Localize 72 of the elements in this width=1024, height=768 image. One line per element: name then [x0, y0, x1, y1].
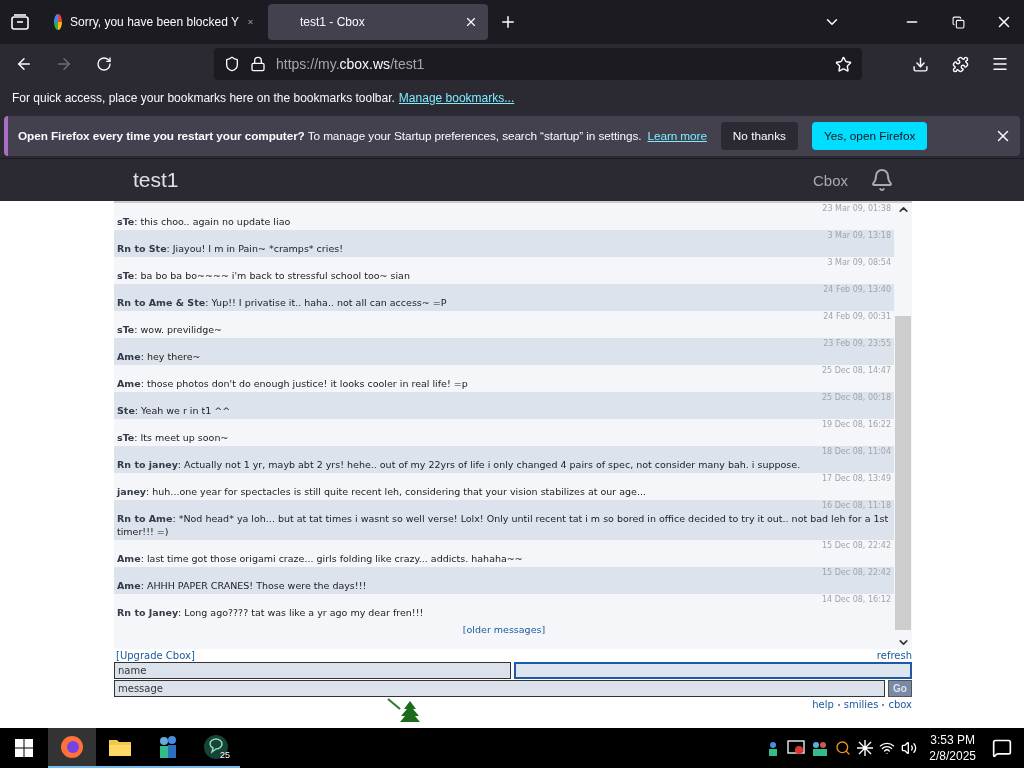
message-text: Ame: hey there~: [117, 350, 202, 363]
message-text: Rn to Ame: *Nod head* ya loh... but at tat times i wasnt so well verse! Lolx! Only until recent tat i m so bored in office decided to try it out.. not bad leh for a 1st timer!!! =): [117, 512, 890, 538]
message-text: Rn to Ste: Jiayou! I m in Pain~ *cramps* cries!: [117, 242, 344, 255]
notifications-icon[interactable]: [992, 738, 1012, 758]
chat-app-icon: [203, 734, 229, 760]
browser-tab[interactable]: Sorry, you have been blocked Y: [44, 4, 264, 40]
page-title: test1: [133, 168, 180, 192]
brand-name: Cbox: [812, 171, 848, 189]
message-time: 3 Mar 09, 13:18: [827, 231, 891, 242]
message-time: 24 Feb 09, 00:31: [823, 312, 891, 323]
learn-more-link[interactable]: Learn more: [647, 129, 707, 143]
message-time: 24 Feb 09, 13:40: [823, 285, 891, 296]
volume-icon[interactable]: [901, 740, 918, 756]
favicon-icon: [54, 14, 62, 30]
message-text: Rn to Ame & Ste: Yup!! I privatise it.. haha.. not all can access~ =P: [117, 296, 448, 309]
message-text: Ame: last time got those origami craze... girls folding like crazy... addicts. hahaha~~: [117, 552, 524, 565]
refresh-link[interactable]: refresh: [876, 650, 912, 661]
message-text: sTe: Its meet up soon~: [117, 431, 230, 444]
message-text: Ste: Yeah we r in t1 ^^: [117, 404, 232, 417]
message-text: janey: huh...one year for spectacles is still quite recent leh, considering that your vision stabilizes at our age...: [117, 485, 647, 498]
message-time: 15 Dec 08, 22:42: [821, 541, 891, 552]
upgrade-link[interactable]: [Upgrade Cbox]: [116, 650, 195, 661]
network-icon[interactable]: [879, 740, 896, 756]
message-time: 23 Feb 09, 23:55: [823, 339, 891, 350]
url-field[interactable]: [513, 662, 912, 679]
people-icon: [157, 735, 179, 759]
message-time: 15 Dec 08, 22:42: [821, 568, 891, 579]
message-text: sTe: this choo.. again no update liao: [117, 215, 292, 228]
notification-message: Open Firefox every time you restart your computer? To manage your Startup preferences, search “startup” in settings.: [18, 129, 642, 143]
message-time: 16 Dec 08, 11:18: [821, 501, 891, 512]
message-time: 18 Dec 08, 11:04: [821, 447, 891, 458]
message-time: 3 Mar 09, 08:54: [827, 258, 891, 269]
browser-icon: [60, 735, 84, 759]
bell-icon[interactable]: [870, 168, 894, 192]
notification-count: 25: [220, 750, 230, 760]
taskbar-app[interactable]: 25: [192, 728, 240, 768]
footer-link[interactable]: smilies: [843, 699, 879, 710]
clock[interactable]: 3:53 PM 2/8/2025: [929, 732, 976, 764]
message-time: 14 Dec 08, 16:12: [821, 595, 891, 606]
lock-icon: [250, 56, 266, 72]
star-icon[interactable]: [835, 55, 852, 73]
message-text: sTe: ba bo ba bo~~~~ i'm back to stressful school too~ sian: [117, 269, 411, 282]
manage-bookmarks-link[interactable]: Manage bookmarks...: [398, 91, 515, 105]
people-icon[interactable]: [811, 740, 830, 756]
search-icon[interactable]: [835, 740, 852, 756]
confirm-button[interactable]: Yes, open Firefox: [811, 122, 928, 150]
footer-link[interactable]: help: [812, 699, 834, 710]
message-time: 23 Mar 09, 01:38: [822, 204, 891, 215]
footer-link[interactable]: cbox: [888, 699, 912, 710]
browser-tab[interactable]: test1 - Cbox: [268, 4, 488, 40]
message-time: 25 Dec 08, 00:18: [821, 393, 891, 404]
message-field[interactable]: message: [114, 680, 885, 697]
address-bar[interactable]: https://my.cbox.ws/test1: [214, 48, 862, 80]
asterisk-icon[interactable]: [857, 740, 874, 756]
close-icon[interactable]: [464, 15, 478, 29]
message-time: 25 Dec 08, 14:47: [821, 366, 891, 377]
tree-icon: [386, 697, 420, 723]
dismiss-button[interactable]: No thanks: [720, 122, 798, 150]
monitor-icon[interactable]: [787, 740, 806, 756]
name-field[interactable]: name: [114, 662, 511, 679]
older-messages-link[interactable]: [older messages]: [462, 624, 546, 635]
message-time: 19 Dec 08, 16:22: [821, 420, 891, 431]
message-text: Rn to Janey: Long ago???? tat was like a yr ago my dear fren!!!: [117, 606, 425, 619]
message-text: Rn to janey: Actually not 1 yr, mayb abt 2 yrs! hehe.. out of my 22yrs of life i only changed 4 pairs of spec, not consider many bah. i suppose.: [117, 458, 802, 471]
bookmarks-hint: For quick access, place your bookmarks here on the bookmarks toolbar.: [12, 91, 395, 105]
message-text: Ame: AHHH PAPER CRANES! Those were the days!!!: [117, 579, 368, 592]
taskbar-app[interactable]: [48, 728, 96, 768]
shield-icon: [224, 56, 240, 72]
message-text: sTe: wow. previlidge~: [117, 323, 224, 336]
folder-icon: [108, 737, 132, 757]
message-text: Ame: those photos don't do enough justice! it looks cooler in real life! =p: [117, 377, 469, 390]
message-time: 17 Dec 08, 13:49: [821, 474, 891, 485]
